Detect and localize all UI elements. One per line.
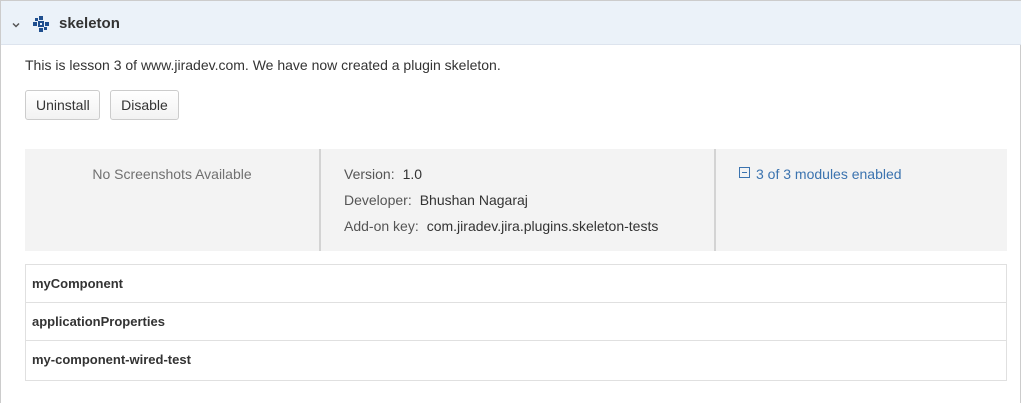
- chevron-down-icon[interactable]: [10, 18, 22, 30]
- module-item[interactable]: my-component-wired-test: [26, 341, 1006, 379]
- addon-key-row: Add-on key: com.jiradev.jira.plugins.skel…: [344, 218, 658, 235]
- developer-label: Developer:: [344, 192, 412, 208]
- plugin-info-box: No Screenshots Available Version: 1.0 Dev…: [25, 149, 1007, 251]
- developer-value: Bhushan Nagaraj: [419, 192, 528, 208]
- version-label: Version:: [344, 166, 395, 182]
- addon-key-value: com.jiradev.jira.plugins.skeleton-tests: [426, 218, 659, 234]
- developer-row: Developer: Bhushan Nagaraj: [344, 192, 528, 209]
- disable-button[interactable]: Disable: [110, 90, 179, 120]
- modules-list: myComponent applicationProperties my-com…: [25, 264, 1007, 381]
- collapse-icon[interactable]: [739, 167, 750, 178]
- column-divider: [319, 149, 321, 251]
- plugin-description: This is lesson 3 of www.jiradev.com. We …: [25, 57, 501, 73]
- plugin-panel: skeleton This is lesson 3 of www.jiradev…: [0, 0, 1021, 403]
- module-item[interactable]: myComponent: [26, 265, 1006, 303]
- plugin-header[interactable]: skeleton: [1, 0, 1021, 45]
- plugin-name[interactable]: skeleton: [59, 15, 120, 33]
- version-value: 1.0: [402, 166, 423, 182]
- plugin-icon: [32, 15, 50, 33]
- no-screenshots-text: No Screenshots Available: [92, 166, 252, 182]
- version-row: Version: 1.0: [344, 166, 422, 183]
- modules-toggle[interactable]: 3 of 3 modules enabled: [739, 166, 902, 183]
- modules-enabled-link[interactable]: 3 of 3 modules enabled: [756, 166, 902, 183]
- uninstall-button[interactable]: Uninstall: [25, 90, 100, 120]
- module-item[interactable]: applicationProperties: [26, 303, 1006, 341]
- column-divider: [714, 149, 716, 251]
- addon-key-label: Add-on key:: [344, 218, 419, 234]
